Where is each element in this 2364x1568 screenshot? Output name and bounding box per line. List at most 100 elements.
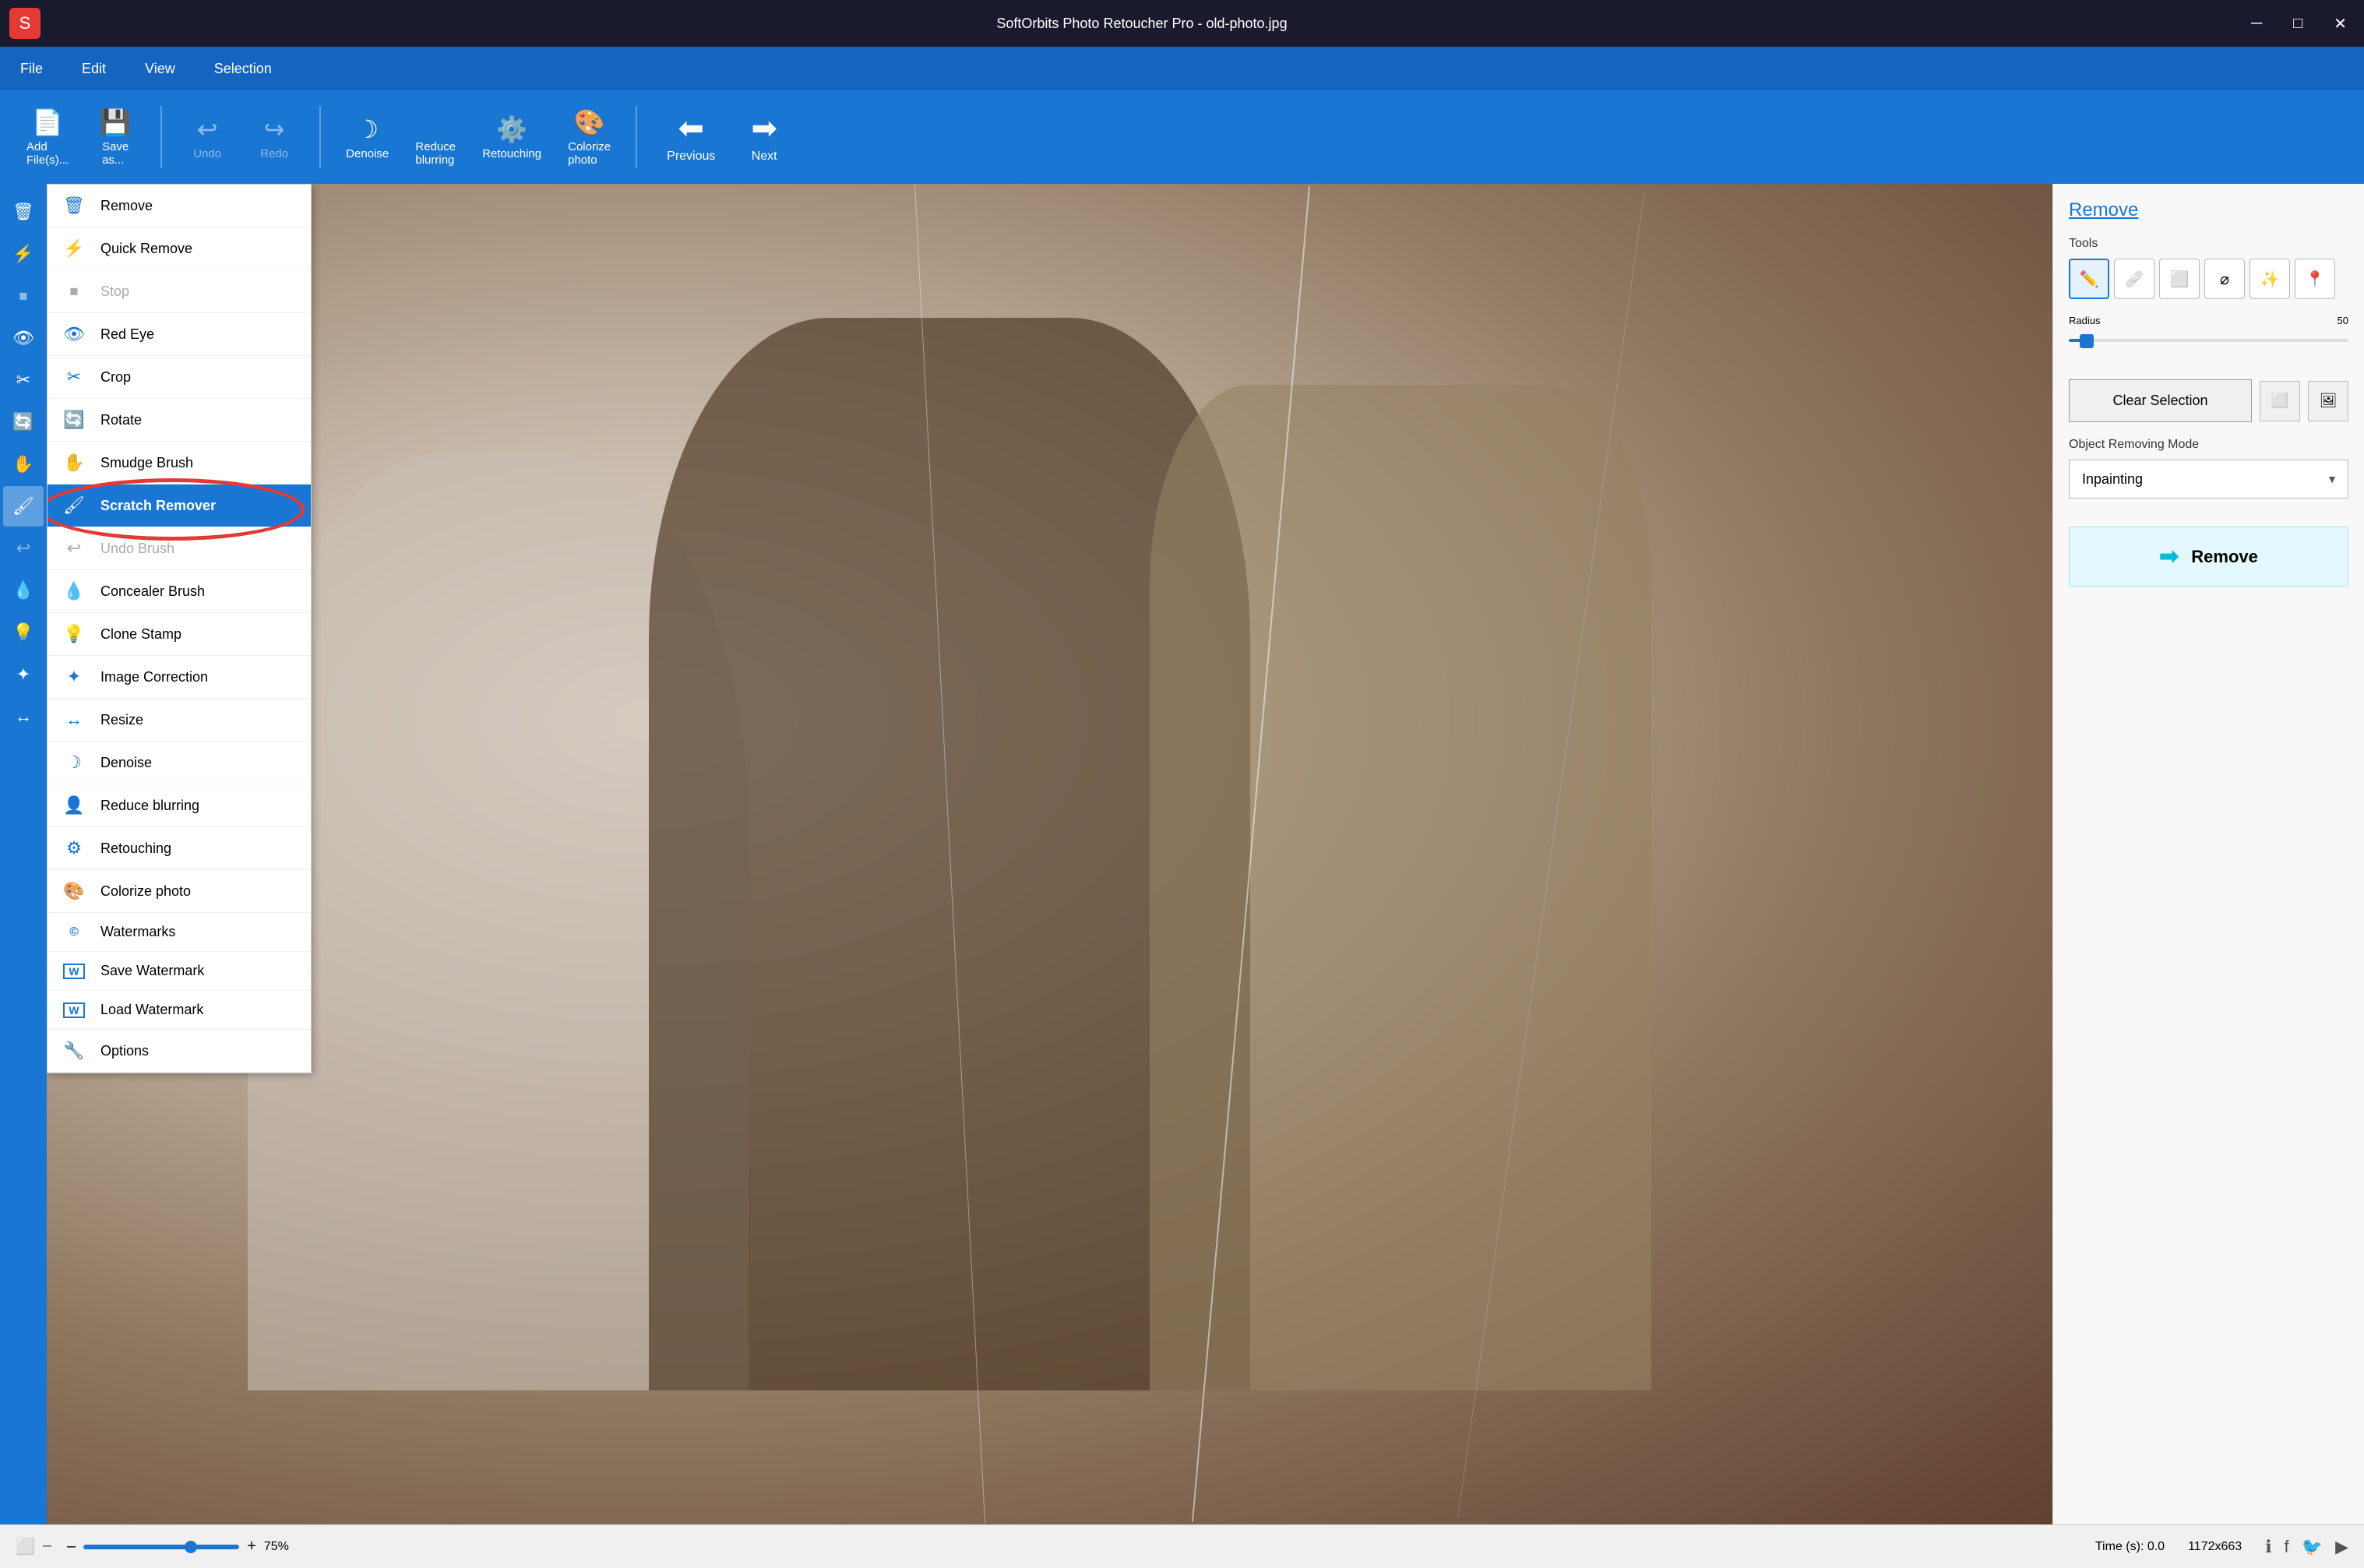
eraser-tool[interactable]: 🩹	[2114, 259, 2154, 299]
rotate-icon: 🔄	[63, 410, 85, 430]
title-bar: S SoftOrbits Photo Retoucher Pro - old-p…	[0, 0, 2364, 47]
zoom-slider-thumb[interactable]	[185, 1541, 197, 1553]
undo-icon: ↩	[197, 115, 218, 144]
menu-item-reduce-blurring[interactable]: 👤 Reduce blurring	[48, 784, 311, 827]
sidebar-remove-icon[interactable]: 🗑	[3, 192, 44, 232]
maximize-button[interactable]: □	[2285, 11, 2310, 37]
menu-item-denoise[interactable]: ☽ Denoise	[48, 742, 311, 784]
menu-item-correction[interactable]: ✦ Image Correction	[48, 656, 311, 699]
menu-item-stop[interactable]: ⏹ Stop	[48, 270, 311, 313]
save-selection-button[interactable]: 🖼	[2308, 381, 2348, 421]
denoise-menu-label: Denoise	[100, 755, 152, 771]
previous-button[interactable]: ⬅ Previous	[651, 104, 731, 170]
pencil-tool[interactable]: ✏️	[2069, 259, 2109, 299]
menu-item-save-watermark[interactable]: W Save Watermark	[48, 952, 311, 991]
menu-item-undo-brush[interactable]: ↩ Undo Brush	[48, 527, 311, 570]
sidebar-crop-icon[interactable]: ✂	[3, 360, 44, 400]
denoise-label: Denoise	[346, 147, 389, 160]
menu-item-remove[interactable]: 🗑 Remove	[48, 185, 311, 227]
remove-button[interactable]: ➡ Remove	[2069, 527, 2348, 587]
crop-icon: ✂	[63, 367, 85, 387]
sidebar-rotate-icon[interactable]: 🔄	[3, 402, 44, 442]
menu-item-smudge[interactable]: ✋ Smudge Brush	[48, 442, 311, 484]
menu-item-resize[interactable]: ↔ Resize	[48, 699, 311, 742]
stamp-tool[interactable]: 📍	[2295, 259, 2335, 299]
save-as-label: Saveas...	[102, 140, 129, 167]
menu-view[interactable]: View	[137, 56, 183, 82]
denoise-icon: ☽	[356, 115, 379, 144]
tools-section: Tools ✏️ 🩹 ⬜ ⌀ ✨ 📍	[2069, 237, 2348, 299]
sidebar-smudge-icon[interactable]: ✋	[3, 444, 44, 484]
save-watermark-label: Save Watermark	[100, 963, 204, 979]
sidebar-clone-icon[interactable]: 💡	[3, 612, 44, 653]
add-files-button[interactable]: 📄 AddFile(s)...	[16, 101, 79, 173]
quick-remove-icon: ⚡	[63, 238, 85, 259]
undo-button[interactable]: ↩ Undo	[176, 108, 238, 167]
colorize-photo-button[interactable]: 🎨 Colorizephoto	[557, 101, 622, 173]
redo-button[interactable]: ↪ Redo	[243, 108, 305, 167]
lasso-tool[interactable]: ⌀	[2204, 259, 2245, 299]
load-selection-button[interactable]: ⬜	[2260, 381, 2300, 421]
red-eye-icon: 👁	[63, 324, 85, 344]
menu-item-load-watermark[interactable]: W Load Watermark	[48, 991, 311, 1030]
reduce-blurring-button[interactable]: 👤 Reduceblurring	[404, 101, 467, 173]
close-button[interactable]: ✕	[2326, 11, 2355, 37]
sidebar-resize-icon[interactable]: ↔	[3, 696, 44, 737]
zoom-plus-icon[interactable]: +	[247, 1538, 256, 1556]
magic-wand-tool[interactable]: ✨	[2249, 259, 2290, 299]
correction-icon: ✦	[63, 667, 85, 687]
sidebar-undo-brush-icon[interactable]: ↩	[3, 528, 44, 569]
menu-item-scratch-remover[interactable]: 🖌 Scratch Remover	[48, 484, 311, 527]
remove-arrow-icon: ➡	[2159, 543, 2179, 570]
menu-item-crop[interactable]: ✂ Crop	[48, 356, 311, 399]
sidebar-concealer-icon[interactable]: 💧	[3, 570, 44, 611]
sidebar-quick-remove-icon[interactable]: ⚡	[3, 234, 44, 274]
menu-edit[interactable]: Edit	[74, 56, 114, 82]
menu-bar: File Edit View Selection	[0, 47, 2364, 90]
menu-item-red-eye[interactable]: 👁 Red Eye	[48, 313, 311, 356]
left-sidebar: 🗑 ⚡ ⏹ 👁 ✂ 🔄 ✋ 🖌 ↩ 💧 💡 ✦ ↔	[0, 184, 47, 1524]
facebook-icon[interactable]: f	[2285, 1537, 2289, 1557]
radius-slider[interactable]	[2069, 333, 2348, 348]
retouching-button[interactable]: ⚙️ Retouching	[471, 108, 552, 167]
reduce-blurring-label: Reduceblurring	[415, 140, 456, 167]
status-select-icon[interactable]: ⬜	[16, 1537, 35, 1556]
sidebar-correction-icon[interactable]: ✦	[3, 654, 44, 695]
info-icon[interactable]: ℹ	[2265, 1537, 2271, 1557]
stop-menu-icon: ⏹	[63, 281, 85, 301]
menu-item-clone[interactable]: 💡 Clone Stamp	[48, 613, 311, 656]
sidebar-scratch-icon[interactable]: 🖌	[3, 486, 44, 527]
sidebar-red-eye-icon[interactable]: 👁	[3, 318, 44, 358]
menu-item-options[interactable]: 🔧 Options	[48, 1030, 311, 1073]
menu-item-watermarks[interactable]: © Watermarks	[48, 913, 311, 952]
colorize-icon: 🎨	[574, 107, 605, 137]
zoom-minus-icon[interactable]: –	[67, 1538, 76, 1556]
redo-label: Redo	[260, 147, 288, 160]
minimize-button[interactable]: ─	[2243, 11, 2270, 37]
stop-menu-label: Stop	[100, 284, 129, 300]
save-as-button[interactable]: 💾 Saveas...	[84, 101, 146, 173]
slider-thumb[interactable]	[2080, 334, 2094, 348]
retouching-menu-icon: ⚙	[63, 838, 85, 858]
rect-selection-tool[interactable]: ⬜	[2159, 259, 2200, 299]
reduce-blurring-menu-icon: 👤	[63, 795, 85, 816]
zoom-slider[interactable]	[83, 1545, 239, 1549]
menu-item-rotate[interactable]: 🔄 Rotate	[48, 399, 311, 442]
mode-section: Object Removing Mode Inpainting Content-…	[2069, 438, 2348, 511]
denoise-button[interactable]: ☽ Denoise	[335, 108, 400, 167]
mode-select[interactable]: Inpainting Content-Aware Fill Smart Fill	[2069, 460, 2348, 499]
twitter-icon[interactable]: 🐦	[2302, 1537, 2323, 1557]
menu-file[interactable]: File	[12, 56, 51, 82]
menu-item-colorize[interactable]: 🎨 Colorize photo	[48, 870, 311, 913]
menu-item-concealer[interactable]: 💧 Concealer Brush	[48, 570, 311, 613]
play-icon[interactable]: ▶	[2335, 1537, 2348, 1557]
crop-label: Crop	[100, 369, 131, 386]
clear-selection-button[interactable]: Clear Selection	[2069, 379, 2252, 422]
menu-item-quick-remove[interactable]: ⚡ Quick Remove	[48, 227, 311, 270]
next-button[interactable]: ➡ Next	[735, 104, 793, 170]
status-zoom-fit-icon[interactable]: –	[43, 1537, 51, 1556]
sidebar-stop-icon[interactable]: ⏹	[3, 276, 44, 316]
menu-item-retouching[interactable]: ⚙ Retouching	[48, 827, 311, 870]
canvas-area[interactable]: 🗑 Remove ⚡ Quick Remove ⏹ Stop 👁 Red Eye…	[47, 184, 2052, 1524]
menu-selection[interactable]: Selection	[206, 56, 280, 82]
